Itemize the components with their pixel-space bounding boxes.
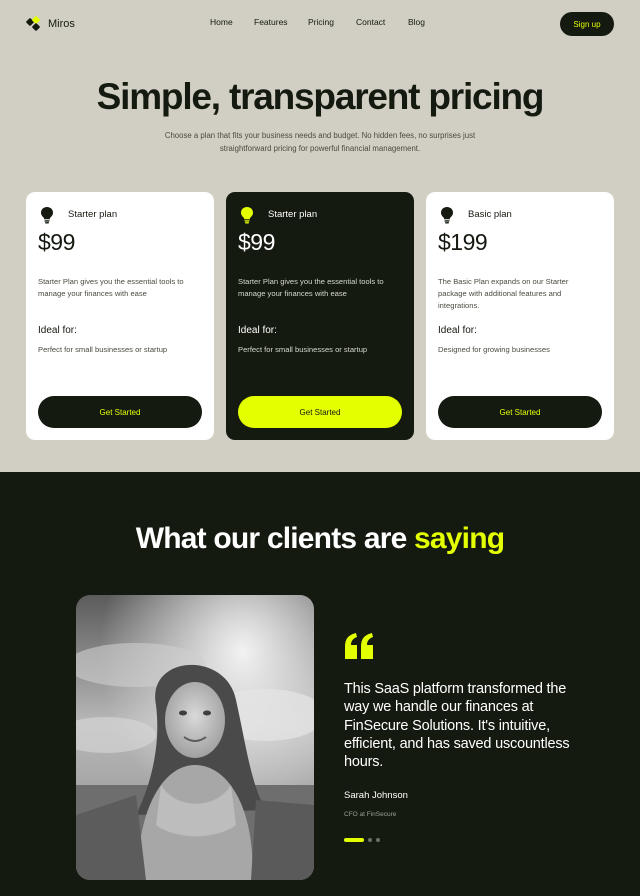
plan-price: $199 [438, 229, 488, 255]
testimonial-author: Sarah Johnson [344, 790, 408, 801]
quote-icon [344, 633, 374, 659]
ideal-for-text: Designed for growing businesses [438, 345, 550, 354]
plan-price: $99 [238, 229, 275, 255]
client-photo [76, 595, 314, 880]
nav-links: Home Features Pricing Contact Blog [0, 17, 640, 31]
pricing-card-starter: Starter plan $99 Starter Plan gives you … [26, 192, 214, 440]
testimonial-role: CFO at FinSecure [344, 811, 397, 818]
testimonials-title-highlight: saying [414, 522, 505, 555]
testimonials-title: What our clients are saying [0, 522, 640, 556]
nav-link-pricing[interactable]: Pricing [308, 17, 334, 27]
testimonials-section: What our clients are saying This SaaS pl… [0, 472, 640, 896]
carousel-dot[interactable] [376, 838, 380, 842]
ideal-for-label: Ideal for: [38, 325, 77, 336]
testimonial-quote: This SaaS platform transformed the way w… [344, 681, 570, 771]
ideal-for-label: Ideal for: [238, 325, 277, 336]
plan-name: Starter plan [68, 209, 118, 220]
pricing-section: Miros Home Features Pricing Contact Blog… [0, 0, 640, 472]
get-started-button[interactable]: Get Started [38, 396, 202, 428]
nav-link-home[interactable]: Home [210, 17, 233, 27]
plan-description: Starter Plan gives you the essential too… [38, 277, 184, 298]
plan-description: The Basic Plan expands on our Starter pa… [438, 277, 569, 310]
page-subtitle: Choose a plan that fits your business ne… [164, 131, 476, 153]
get-started-button[interactable]: Get Started [438, 396, 602, 428]
plan-description: Starter Plan gives you the essential too… [238, 277, 384, 298]
carousel-dot[interactable] [368, 838, 372, 842]
testimonials-title-main: What our clients are [135, 522, 414, 555]
nav-link-contact[interactable]: Contact [356, 17, 385, 27]
ideal-for-label: Ideal for: [438, 325, 477, 336]
get-started-button[interactable]: Get Started [238, 396, 402, 428]
lightbulb-icon [240, 206, 254, 224]
plan-name: Starter plan [268, 209, 318, 220]
carousel-dots [344, 838, 380, 842]
page-title: Simple, transparent pricing [96, 76, 545, 117]
plan-price: $99 [38, 229, 75, 255]
lightbulb-icon [40, 206, 54, 224]
navbar: Miros Home Features Pricing Contact Blog… [0, 0, 640, 46]
carousel-dot[interactable] [344, 838, 364, 842]
pricing-card-basic: Basic plan $199 The Basic Plan expands o… [426, 192, 614, 440]
plan-name: Basic plan [468, 209, 512, 220]
ideal-for-text: Perfect for small businesses or startup [238, 345, 368, 354]
pricing-card-starter-featured: Starter plan $99 Starter Plan gives you … [226, 192, 414, 440]
lightbulb-icon [440, 206, 454, 224]
nav-link-features[interactable]: Features [254, 17, 288, 27]
nav-link-blog[interactable]: Blog [408, 17, 425, 27]
ideal-for-text: Perfect for small businesses or startup [38, 345, 168, 354]
signup-button[interactable]: Sign up [560, 12, 614, 36]
